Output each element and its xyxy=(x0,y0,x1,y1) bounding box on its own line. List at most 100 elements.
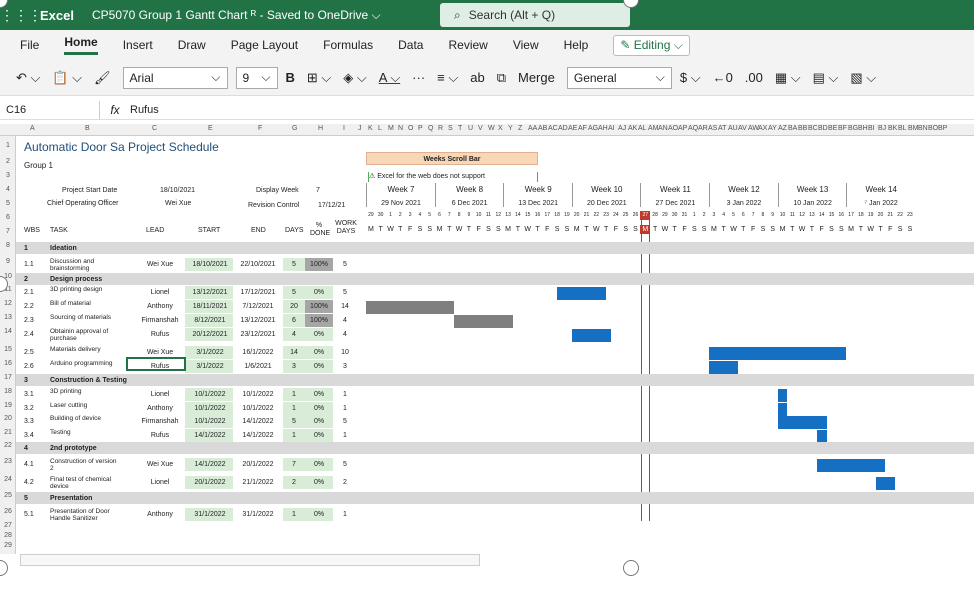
day-number[interactable]: 8 xyxy=(454,211,464,220)
end-cell[interactable]: 21/1/2022 xyxy=(236,478,280,487)
day-letter[interactable]: T xyxy=(787,225,797,234)
days-cell[interactable]: 1 xyxy=(285,431,303,440)
start-cell[interactable]: 14/1/2022 xyxy=(188,431,232,440)
column-letter[interactable]: F xyxy=(258,125,262,132)
document-title[interactable]: CP5070 Group 1 Gantt Chart ᴿ - Saved to … xyxy=(92,8,381,23)
day-letter[interactable]: S xyxy=(827,225,837,234)
column-letter[interactable]: BF xyxy=(838,125,847,132)
day-letter[interactable]: T xyxy=(513,225,523,234)
column-letter[interactable]: Z xyxy=(518,125,522,132)
row-number[interactable]: 23 xyxy=(0,458,16,465)
day-letter[interactable]: F xyxy=(748,225,758,234)
day-number[interactable]: 17 xyxy=(542,211,552,220)
column-letter[interactable]: L xyxy=(378,125,382,132)
day-letter[interactable]: M xyxy=(435,225,445,234)
column-letter[interactable]: O xyxy=(408,125,413,132)
task-name[interactable]: Arduino programming xyxy=(50,360,120,367)
end-cell[interactable]: 14/1/2022 xyxy=(236,417,280,426)
week-date[interactable]: 6 Dec 2021 xyxy=(443,199,497,208)
paste-icon[interactable]: 📋 ⌵ xyxy=(52,70,82,86)
lead-cell[interactable]: Wei Xue xyxy=(140,460,180,469)
days-cell[interactable]: 1 xyxy=(285,404,303,413)
end-cell[interactable]: 13/12/2021 xyxy=(236,316,280,325)
done-cell[interactable]: 0% xyxy=(306,362,332,371)
column-letter[interactable]: E xyxy=(208,125,213,132)
done-cell[interactable]: 0% xyxy=(306,478,332,487)
row-number[interactable]: 4 xyxy=(0,186,16,193)
name-box[interactable]: C16 xyxy=(0,100,100,119)
column-letter[interactable]: AA xyxy=(528,125,537,132)
row-number[interactable]: 26 xyxy=(0,508,16,515)
day-number[interactable]: 18 xyxy=(552,211,562,220)
lead-cell[interactable]: Firmanshah xyxy=(140,417,180,426)
section-title[interactable]: Ideation xyxy=(50,244,77,253)
day-letter[interactable]: F xyxy=(474,225,484,234)
start-date-value[interactable]: 18/10/2021 xyxy=(160,186,195,195)
column-letter[interactable]: AK xyxy=(628,125,637,132)
day-number[interactable]: 6 xyxy=(435,211,445,220)
start-cell[interactable]: 10/1/2022 xyxy=(188,417,232,426)
day-number[interactable]: 14 xyxy=(513,211,523,220)
day-number[interactable]: 22 xyxy=(591,211,601,220)
task-name[interactable]: Discussion and brainstorming xyxy=(50,258,120,272)
day-number[interactable]: 10 xyxy=(778,211,788,220)
days-cell[interactable]: 5 xyxy=(285,417,303,426)
column-letter[interactable]: V xyxy=(478,125,483,132)
lead-cell[interactable]: Lionel xyxy=(140,478,180,487)
day-number[interactable]: 21 xyxy=(582,211,592,220)
done-cell[interactable]: 0% xyxy=(306,510,332,519)
app-launcher-icon[interactable]: ⋮⋮⋮ xyxy=(0,7,42,24)
week-label[interactable]: Week 14 xyxy=(856,185,906,194)
week-date[interactable]: 3 Jan 2022 xyxy=(717,199,771,208)
day-letter[interactable]: S xyxy=(493,225,503,234)
day-letter[interactable]: S xyxy=(415,225,425,234)
row-number[interactable]: 12 xyxy=(0,300,16,307)
column-letter[interactable]: N xyxy=(398,125,403,132)
wbs-cell[interactable]: 5 xyxy=(24,494,28,503)
number-format-select[interactable]: General ⌵ xyxy=(566,66,672,89)
column-letter[interactable]: AH xyxy=(598,125,608,132)
done-cell[interactable]: 0% xyxy=(306,390,332,399)
day-letter[interactable]: F xyxy=(542,225,552,234)
display-week-label[interactable]: Display Week xyxy=(256,186,299,195)
lead-cell[interactable]: Wei Xue xyxy=(140,260,180,269)
display-week-value[interactable]: 7 xyxy=(316,186,320,195)
wbs-cell[interactable]: 4 xyxy=(24,444,28,453)
column-letter[interactable]: AE xyxy=(568,125,577,132)
header-start[interactable]: START xyxy=(198,226,220,235)
column-letter[interactable]: BG xyxy=(848,125,858,132)
end-cell[interactable]: 7/12/2021 xyxy=(236,302,280,311)
column-letter[interactable]: AL xyxy=(638,125,647,132)
week-date[interactable]: 13 Dec 2021 xyxy=(511,199,565,208)
days-cell[interactable]: 20 xyxy=(285,302,303,311)
column-letter[interactable]: K xyxy=(368,125,373,132)
align-icon[interactable]: ≡ ⌵ xyxy=(437,70,458,86)
day-letter[interactable]: M xyxy=(572,225,582,234)
day-letter[interactable]: W xyxy=(729,225,739,234)
column-letter[interactable]: AN xyxy=(658,125,668,132)
row-number[interactable]: 25 xyxy=(0,492,16,499)
week-label[interactable]: Week 8 xyxy=(445,185,495,194)
end-cell[interactable]: 10/1/2022 xyxy=(236,404,280,413)
column-letter[interactable]: AY xyxy=(768,125,777,132)
column-letter[interactable]: U xyxy=(468,125,473,132)
currency-button[interactable]: $ ⌵ xyxy=(680,70,701,86)
column-letter[interactable]: S xyxy=(448,125,453,132)
revision-label[interactable]: Revision Control xyxy=(248,201,299,210)
day-letter[interactable]: S xyxy=(552,225,562,234)
day-number[interactable]: 1 xyxy=(386,211,396,220)
day-number[interactable]: 4 xyxy=(719,211,729,220)
wbs-cell[interactable]: 4.1 xyxy=(24,460,34,469)
resize-handle[interactable] xyxy=(0,560,8,576)
selected-cell[interactable] xyxy=(126,357,186,371)
tab-data[interactable]: Data xyxy=(398,38,423,52)
header-end[interactable]: END xyxy=(251,226,266,235)
day-number[interactable]: 30 xyxy=(376,211,386,220)
row-number[interactable]: 24 xyxy=(0,476,16,483)
row-number[interactable]: 21 xyxy=(0,429,16,436)
header-work[interactable]: WORK DAYS xyxy=(334,220,358,236)
workdays-cell[interactable]: 10 xyxy=(336,348,354,357)
row-number[interactable]: 8 xyxy=(0,242,16,249)
days-cell[interactable]: 5 xyxy=(285,288,303,297)
row-number[interactable]: 1 xyxy=(0,142,16,149)
